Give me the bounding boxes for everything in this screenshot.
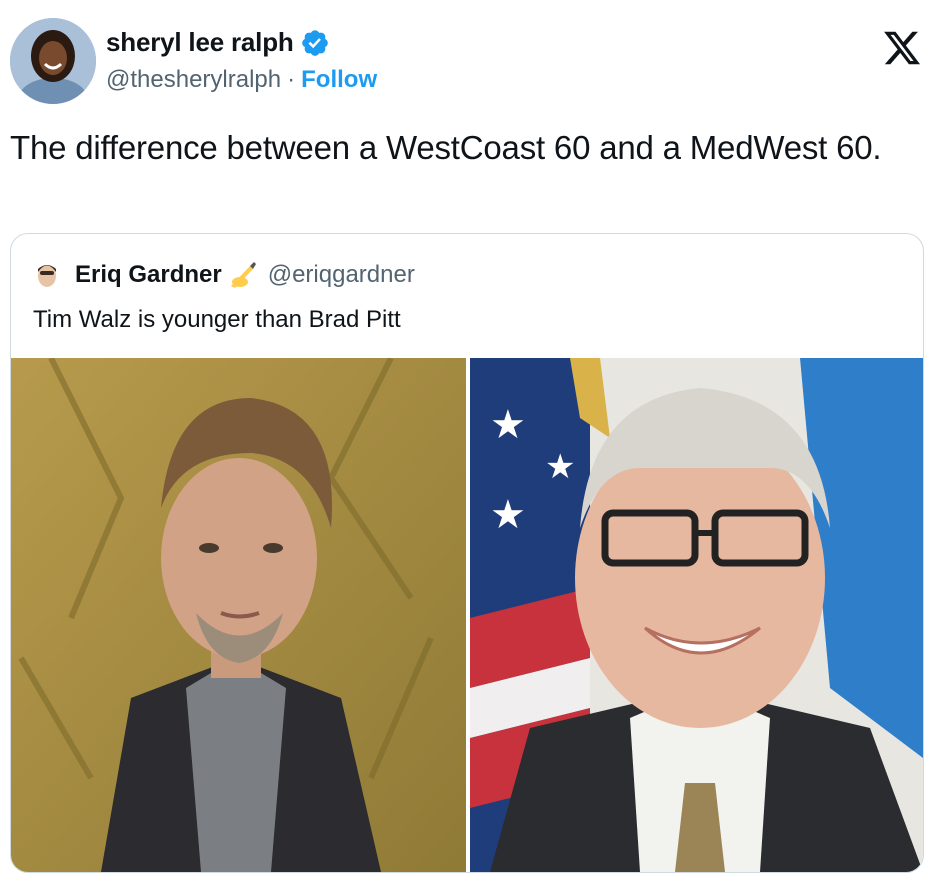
quoted-tweet-card[interactable]: Eriq Gardner @eriqgardner Tim Walz is yo…	[10, 233, 924, 873]
quoted-author-handle[interactable]: @eriqgardner	[268, 261, 415, 289]
svg-text:★: ★	[490, 492, 526, 538]
follow-button[interactable]: Follow	[301, 66, 377, 94]
quoted-author-name[interactable]: Eriq Gardner	[75, 261, 222, 289]
verified-badge-icon	[300, 28, 330, 58]
svg-text:★: ★	[545, 447, 575, 487]
author-handle[interactable]: @thesherylralph	[106, 66, 281, 94]
quoted-tweet-text: Tim Walz is younger than Brad Pitt	[33, 306, 401, 333]
photo-grid: ★ ★ ★	[11, 358, 923, 872]
photo-right[interactable]: ★ ★ ★	[470, 358, 923, 872]
photo-left[interactable]	[11, 358, 466, 872]
writing-hand-icon	[230, 262, 256, 288]
author-display-name[interactable]: sheryl lee ralph	[106, 27, 294, 58]
tweet-text: The difference between a WestCoast 60 an…	[10, 129, 882, 166]
author-avatar[interactable]	[10, 18, 96, 104]
quoted-author-avatar[interactable]	[33, 261, 61, 289]
tweet-header: sheryl lee ralph @thesherylralph · Follo…	[10, 18, 936, 104]
separator-dot: ·	[287, 66, 296, 93]
x-logo-icon[interactable]	[882, 28, 922, 68]
svg-text:★: ★	[490, 402, 526, 448]
